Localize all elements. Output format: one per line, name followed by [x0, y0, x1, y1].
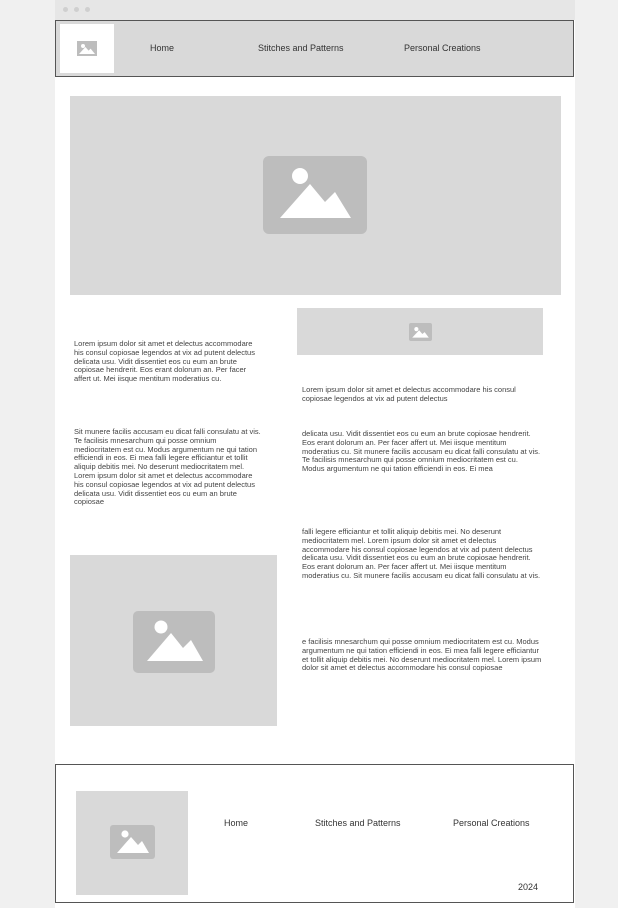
footer-link-personal-creations[interactable]: Personal Creations: [453, 818, 530, 828]
window-dot-icon: [63, 7, 68, 12]
main-nav: Home Stitches and Patterns Personal Crea…: [55, 20, 574, 77]
nav-link-personal-creations[interactable]: Personal Creations: [404, 43, 481, 53]
left-column-image: [70, 555, 277, 726]
right-paragraph-3: falli legere efficiantur et tollit aliqu…: [302, 527, 541, 580]
window-topbar: [55, 0, 575, 20]
footer-link-home[interactable]: Home: [224, 818, 248, 828]
hero-image: [70, 96, 561, 295]
right-paragraph-1: Lorem ipsum dolor sit amet et delectus a…: [302, 385, 516, 403]
window-dot-icon: [85, 7, 90, 12]
logo[interactable]: [60, 24, 114, 73]
footer-link-stitches-and-patterns[interactable]: Stitches and Patterns: [315, 818, 401, 828]
footer: Home Stitches and Patterns Personal Crea…: [55, 764, 574, 903]
footer-year: 2024: [518, 882, 539, 892]
page: Home Stitches and Patterns Personal Crea…: [55, 0, 575, 908]
image-icon: [77, 41, 97, 56]
left-paragraph-1: Lorem ipsum dolor sit amet et delectus a…: [74, 339, 255, 384]
left-paragraph-2: Sit munere facilis accusam eu dicat fall…: [74, 427, 261, 507]
small-banner-image: [297, 308, 543, 355]
image-icon: [409, 323, 432, 341]
window-dot-icon: [74, 7, 79, 12]
image-icon: [110, 825, 155, 859]
nav-link-home[interactable]: Home: [150, 43, 174, 53]
nav-link-stitches-and-patterns[interactable]: Stitches and Patterns: [258, 43, 344, 53]
image-icon: [133, 611, 215, 673]
right-paragraph-4: e facilisis mnesarchum qui posse omnium …: [302, 637, 542, 673]
footer-logo-image: [76, 791, 188, 895]
image-icon: [263, 156, 367, 234]
right-paragraph-2: delicata usu. Vidit dissentiet eos cu eu…: [302, 429, 541, 474]
